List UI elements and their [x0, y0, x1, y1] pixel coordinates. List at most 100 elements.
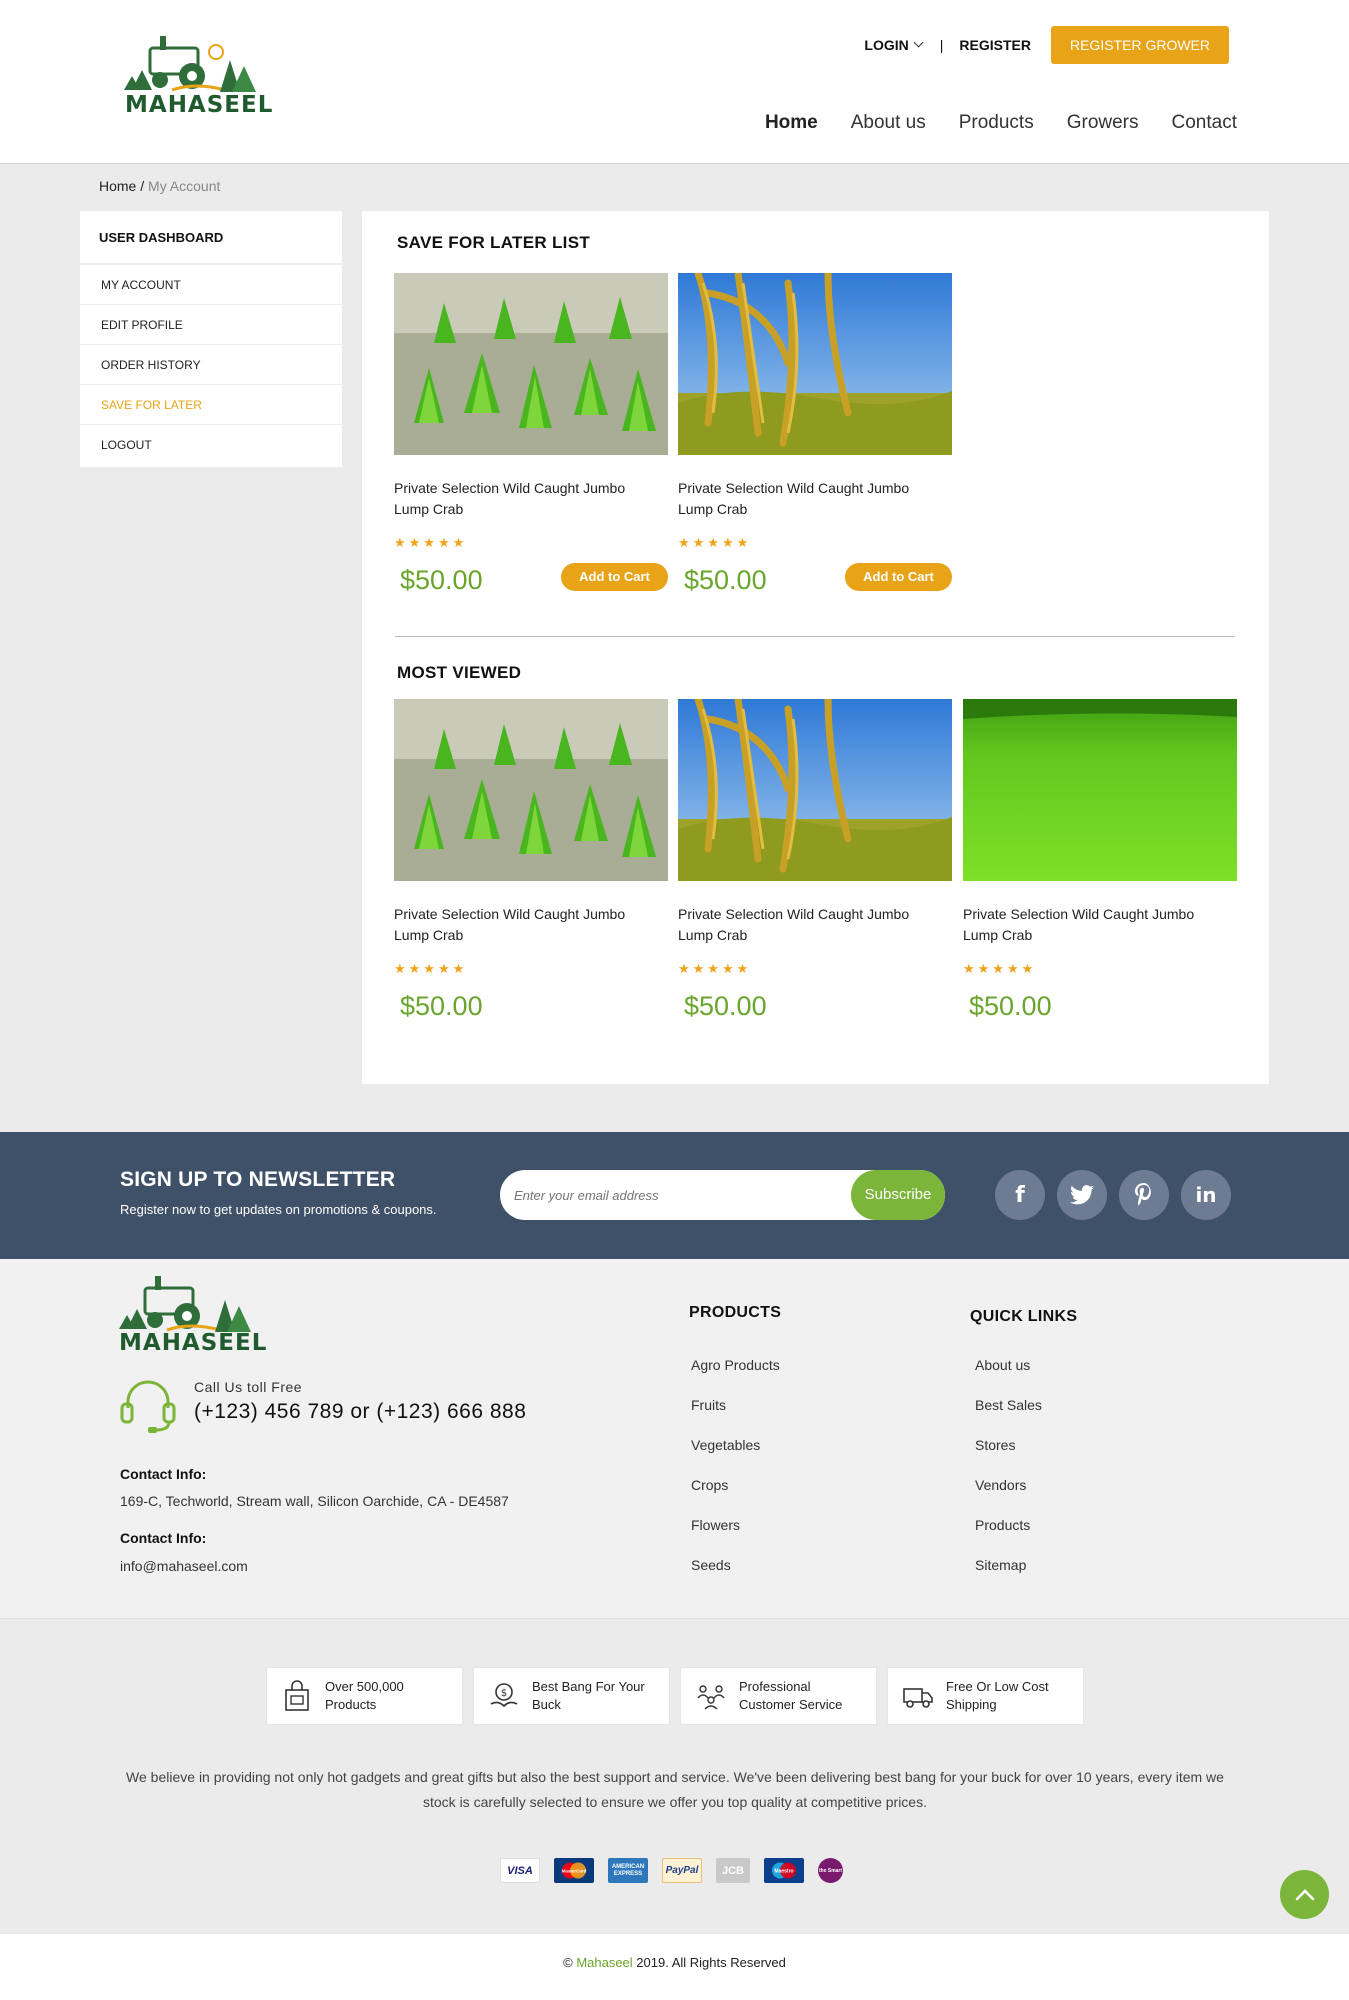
sidebar-item-edit-profile[interactable]: EDIT PROFILE: [80, 305, 342, 345]
tractor-logo-icon: [124, 36, 256, 92]
footer-quick-links-heading: QUICK LINKS: [970, 1308, 1078, 1325]
feature-line: Over 500,000: [325, 1679, 404, 1694]
login-label: LOGIN: [864, 37, 909, 53]
rating-stars-icon: ★★★★★: [678, 961, 752, 976]
footer-link-vegetables[interactable]: Vegetables: [691, 1437, 760, 1453]
mastercard-icon: MasterCard: [554, 1858, 594, 1883]
breadcrumb: Home / My Account: [99, 178, 220, 194]
product-image-rice-grain[interactable]: [678, 699, 952, 881]
most-viewed-title: MOST VIEWED: [397, 663, 522, 682]
account-separator: |: [939, 37, 944, 53]
product-name[interactable]: Private Selection Wild Caught Jumbo Lump…: [963, 904, 1223, 946]
payment-methods: VISA MasterCard AMERICAN EXPRESS PayPal …: [500, 1858, 843, 1883]
site-header: MAHASEEL LOGIN | REGISTER REGISTER GROWE…: [0, 0, 1349, 164]
breadcrumb-home[interactable]: Home: [99, 178, 136, 194]
site-logo[interactable]: MAHASEEL: [120, 30, 272, 125]
call-number[interactable]: (+123) 456 789 or (+123) 666 888: [194, 1400, 526, 1424]
copyright-prefix: ©: [563, 1955, 577, 1970]
footer-link-stores[interactable]: Stores: [975, 1437, 1015, 1453]
product-image-rice-seedlings[interactable]: [394, 273, 668, 455]
product-price: $50.00: [684, 991, 767, 1021]
footer-link-seeds[interactable]: Seeds: [691, 1557, 731, 1573]
newsletter-form: Subscribe: [500, 1170, 945, 1220]
sidebar-item-save-for-later[interactable]: SAVE FOR LATER: [80, 385, 342, 425]
nav-products[interactable]: Products: [959, 112, 1034, 134]
product-name[interactable]: Private Selection Wild Caught Jumbo Lump…: [678, 478, 938, 520]
mastercard-label: MasterCard: [562, 1869, 587, 1874]
feature-shipping: Free Or Low Cost Shipping: [887, 1667, 1084, 1725]
product-price: $50.00: [684, 565, 767, 595]
headset-icon: [120, 1380, 176, 1433]
product-name[interactable]: Private Selection Wild Caught Jumbo Lump…: [394, 478, 654, 520]
product-image-rice-seedlings[interactable]: [394, 699, 668, 881]
scroll-to-top-button[interactable]: [1280, 1870, 1329, 1919]
sidebar-item-my-account[interactable]: MY ACCOUNT: [80, 265, 342, 305]
add-to-cart-button[interactable]: Add to Cart: [561, 563, 668, 591]
product-price: $50.00: [400, 565, 483, 595]
maestro-label: Maestro: [774, 1869, 793, 1875]
register-link[interactable]: REGISTER: [959, 37, 1031, 53]
money-hand-icon: $: [490, 1683, 518, 1708]
sidebar-item-logout[interactable]: LOGOUT: [80, 425, 342, 465]
subscribe-button[interactable]: Subscribe: [851, 1170, 945, 1220]
rating-stars-icon: ★★★★★: [394, 535, 468, 550]
most-viewed-product-card: Private Selection Wild Caught Jumbo Lump…: [678, 699, 952, 1021]
rating-stars-icon: ★★★★★: [394, 961, 468, 976]
customer-service-icon: [697, 1685, 725, 1710]
login-dropdown[interactable]: LOGIN: [864, 37, 924, 53]
newsletter-email-input[interactable]: [514, 1170, 814, 1220]
footer-products-heading: PRODUCTS: [689, 1304, 782, 1321]
shopping-bag-icon: [285, 1680, 309, 1711]
footer-link-flowers[interactable]: Flowers: [691, 1517, 740, 1533]
sidebar-heading: USER DASHBOARD: [80, 211, 342, 265]
footer-link-vendors[interactable]: Vendors: [975, 1477, 1026, 1493]
feature-customer-service: Professional Customer Service: [680, 1667, 877, 1725]
facebook-icon[interactable]: f: [995, 1170, 1045, 1220]
rating-stars-icon: ★★★★★: [678, 535, 752, 550]
paypal-icon: PayPal: [662, 1858, 702, 1883]
pinterest-icon[interactable]: [1119, 1170, 1169, 1220]
site-footer: MAHASEEL Call Us toll Free (+123) 456 78…: [0, 1259, 1349, 1619]
footer-link-best-sales[interactable]: Best Sales: [975, 1397, 1042, 1413]
jcb-icon: JCB: [716, 1858, 750, 1883]
footer-link-fruits[interactable]: Fruits: [691, 1397, 726, 1413]
footer-link-crops[interactable]: Crops: [691, 1477, 728, 1493]
nav-contact[interactable]: Contact: [1172, 112, 1237, 134]
svg-text:$: $: [501, 1688, 507, 1699]
feature-line: Best Bang For Your: [532, 1679, 645, 1694]
chevron-up-icon: [1295, 1888, 1314, 1900]
smart-card-icon: the Smart: [818, 1858, 843, 1883]
nav-growers[interactable]: Growers: [1067, 112, 1139, 134]
product-name[interactable]: Private Selection Wild Caught Jumbo Lump…: [678, 904, 938, 946]
add-to-cart-button[interactable]: Add to Cart: [845, 563, 952, 591]
register-grower-button[interactable]: REGISTER GROWER: [1050, 26, 1229, 64]
tractor-logo-icon: [119, 1276, 251, 1332]
breadcrumb-separator: /: [140, 178, 145, 194]
product-name[interactable]: Private Selection Wild Caught Jumbo Lump…: [394, 904, 654, 946]
footer-link-about-us[interactable]: About us: [975, 1357, 1030, 1373]
nav-about[interactable]: About us: [851, 112, 926, 134]
footer-logo[interactable]: MAHASEEL: [115, 1274, 268, 1364]
twitter-icon[interactable]: [1057, 1170, 1107, 1220]
footer-link-agro-products[interactable]: Agro Products: [691, 1357, 780, 1373]
footer-link-products[interactable]: Products: [975, 1517, 1030, 1533]
user-dashboard-sidebar: USER DASHBOARD MY ACCOUNT EDIT PROFILE O…: [80, 211, 342, 467]
contact-email[interactable]: info@mahaseel.com: [120, 1558, 248, 1574]
product-image-rice-grain[interactable]: [678, 273, 952, 455]
section-divider: [395, 636, 1235, 637]
nav-home[interactable]: Home: [765, 112, 818, 134]
newsletter-title: SIGN UP TO NEWSLETTER: [120, 1168, 396, 1191]
feature-badges: Over 500,000 Products $ Best Bang For You…: [266, 1667, 1084, 1725]
copyright-brand-link[interactable]: Mahaseel: [576, 1955, 632, 1970]
most-viewed-product-card: Private Selection Wild Caught Jumbo Lump…: [394, 699, 668, 1021]
contact-info-heading: Contact Info:: [120, 1466, 207, 1482]
most-viewed-product-card: Private Selection Wild Caught Jumbo Lump…: [963, 699, 1237, 1021]
footer-brand-name: MAHASEEL: [119, 1330, 268, 1356]
feature-line: Customer Service: [739, 1697, 843, 1712]
delivery-truck-icon: [903, 1688, 933, 1708]
save-for-later-title: SAVE FOR LATER LIST: [397, 233, 591, 252]
sidebar-item-order-history[interactable]: ORDER HISTORY: [80, 345, 342, 385]
footer-link-sitemap[interactable]: Sitemap: [975, 1557, 1026, 1573]
linkedin-icon[interactable]: in: [1181, 1170, 1231, 1220]
product-image-green-field[interactable]: [963, 699, 1237, 881]
